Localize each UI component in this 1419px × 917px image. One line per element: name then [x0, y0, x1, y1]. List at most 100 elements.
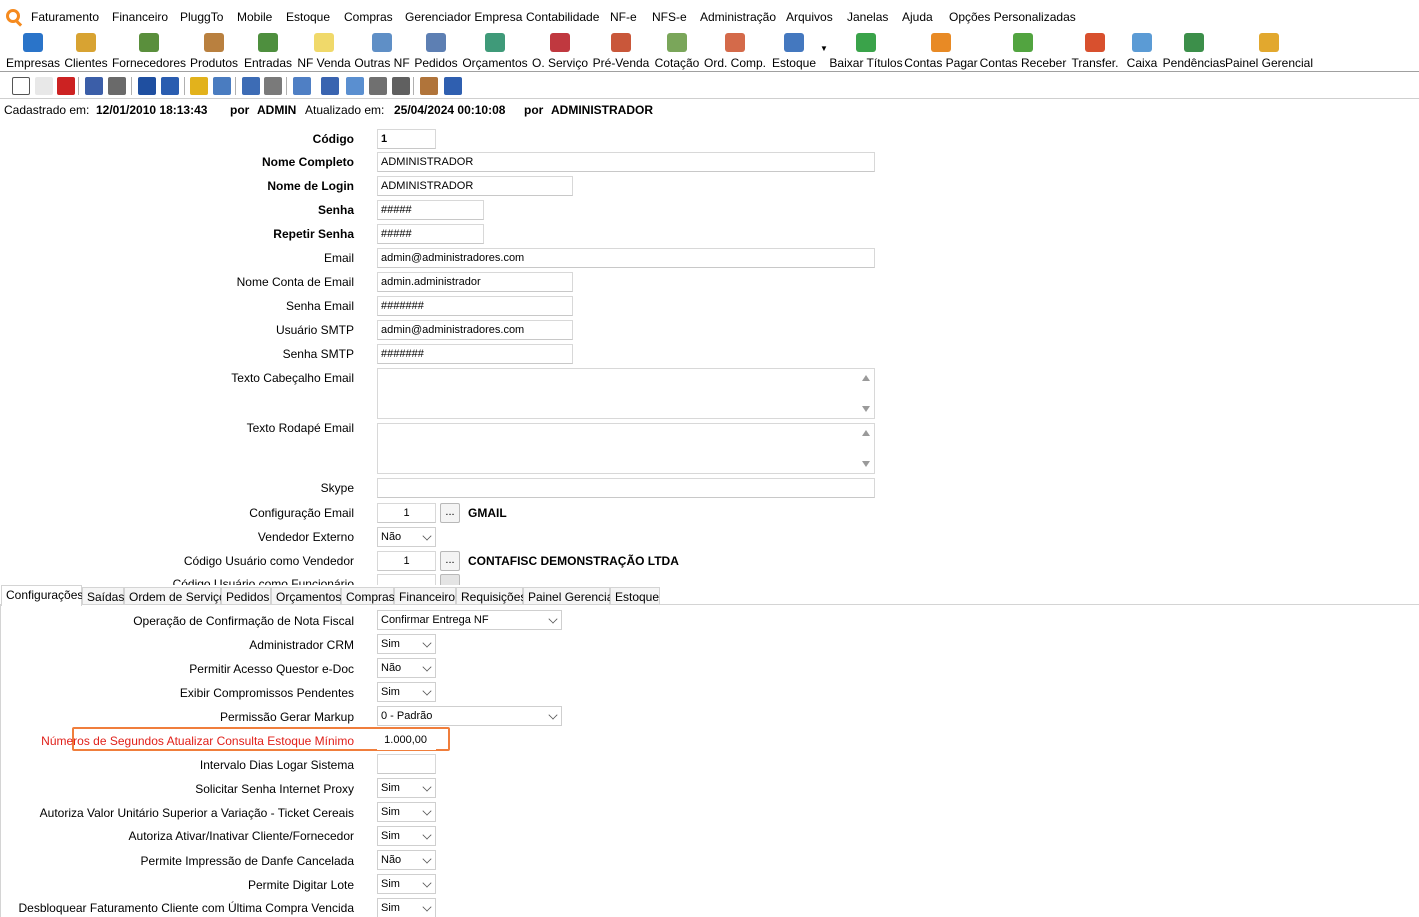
new-icon[interactable]: [12, 77, 30, 95]
cod-usuario-vendedor-field[interactable]: 1: [377, 551, 436, 571]
find-icon[interactable]: [321, 77, 339, 95]
menu-nfse[interactable]: NFS-e: [652, 10, 687, 24]
nome-conta-email-field[interactable]: admin.administrador: [377, 272, 573, 292]
menu-ajuda[interactable]: Ajuda: [902, 10, 933, 24]
save-icon[interactable]: [138, 77, 156, 95]
toolbar-button-painel-gerencial[interactable]: Painel Gerencial: [1225, 30, 1313, 70]
tab-configuracoes[interactable]: Configurações: [1, 585, 83, 606]
exibir-compromissos-select[interactable]: Sim: [377, 682, 436, 702]
scroll-up-icon[interactable]: [862, 375, 870, 381]
toolbar-button-contas-receber[interactable]: Contas Receber: [980, 30, 1066, 70]
menu-financeiro[interactable]: Financeiro: [112, 10, 168, 24]
segundos-estoque-field[interactable]: 1.000,00: [377, 730, 436, 750]
intervalo-dias-field[interactable]: [377, 754, 436, 774]
op-confirmacao-select[interactable]: Confirmar Entrega NF: [377, 610, 562, 630]
usuario-smtp-field[interactable]: admin@administradores.com: [377, 320, 573, 340]
permissao-markup-select[interactable]: 0 - Padrão: [377, 706, 562, 726]
scroll-down-icon[interactable]: [862, 461, 870, 467]
autoriza-valor-select[interactable]: Sim: [377, 802, 436, 822]
toolbar-button-pendencias[interactable]: Pendências: [1163, 30, 1225, 70]
export-icon[interactable]: [444, 77, 462, 95]
undo-icon[interactable]: [161, 77, 179, 95]
repetir-senha-field[interactable]: #####: [377, 224, 484, 244]
menu-opcoes-personalizadas[interactable]: Opções Personalizadas: [949, 10, 1076, 24]
search-icon[interactable]: [85, 77, 103, 95]
tab-saidas[interactable]: Saídas: [82, 587, 124, 605]
skype-field[interactable]: [377, 478, 875, 498]
toolbar-button-contas-pagar[interactable]: Contas Pagar: [904, 30, 978, 70]
toolbar-button-baixar-titulos[interactable]: Baixar Títulos: [829, 30, 903, 70]
menu-contabilidade[interactable]: Contabilidade: [526, 10, 599, 24]
scroll-down-icon[interactable]: [862, 406, 870, 412]
tab-painel-gerencial[interactable]: Painel Gerencial: [523, 587, 616, 605]
tab-estoque[interactable]: Estoque: [610, 587, 660, 605]
impressao-danfe-select[interactable]: Não: [377, 850, 436, 870]
menu-compras[interactable]: Compras: [344, 10, 393, 24]
delete-icon[interactable]: [57, 77, 75, 95]
app-logo-icon[interactable]: [6, 9, 20, 23]
nome-login-field[interactable]: ADMINISTRADOR: [377, 176, 573, 196]
scroll-up-icon[interactable]: [862, 430, 870, 436]
senha-smtp-field[interactable]: #######: [377, 344, 573, 364]
help-icon[interactable]: [190, 77, 208, 95]
calculator-icon[interactable]: [213, 77, 231, 95]
cod-usuario-funcionario-lookup-button[interactable]: [440, 574, 460, 585]
toolbar-button-entradas[interactable]: Entradas: [244, 30, 292, 70]
toolbar-button-ordem-servico[interactable]: O. Serviço: [532, 30, 588, 70]
menu-janelas[interactable]: Janelas: [847, 10, 888, 24]
report-icon[interactable]: [242, 77, 260, 95]
print-icon[interactable]: [108, 77, 126, 95]
edit-icon[interactable]: [35, 77, 53, 95]
menu-arquivos[interactable]: Arquivos: [786, 10, 833, 24]
toolbar-button-cotacao[interactable]: Cotação: [655, 30, 699, 70]
tab-financeiro[interactable]: Financeiro: [394, 587, 456, 605]
senha-field[interactable]: #####: [377, 200, 484, 220]
autoriza-ativar-select[interactable]: Sim: [377, 826, 436, 846]
email-field[interactable]: admin@administradores.com: [377, 248, 875, 268]
senha-email-field[interactable]: #######: [377, 296, 573, 316]
toolbar-button-pre-venda[interactable]: Pré-Venda: [593, 30, 649, 70]
menu-faturamento[interactable]: Faturamento: [31, 10, 99, 24]
nome-completo-field[interactable]: ADMINISTRADOR: [377, 152, 875, 172]
toolbar-button-estoque[interactable]: Estoque: [772, 30, 816, 70]
menu-mobile[interactable]: Mobile: [237, 10, 272, 24]
config-email-field[interactable]: 1: [377, 503, 436, 523]
keyboard-icon[interactable]: [392, 77, 410, 95]
acesso-questor-select[interactable]: Não: [377, 658, 436, 678]
tools-icon[interactable]: [264, 77, 282, 95]
desbloquear-select[interactable]: Sim: [377, 898, 436, 917]
digitar-lote-select[interactable]: Sim: [377, 874, 436, 894]
toolbar-button-orcamentos[interactable]: Orçamentos: [462, 30, 528, 70]
menu-pluggto[interactable]: PluggTo: [180, 10, 223, 24]
estoque-dropdown-icon[interactable]: ▼: [820, 44, 828, 53]
toolbar-button-caixa[interactable]: Caixa: [1127, 30, 1157, 70]
tab-ordem-servico[interactable]: Ordem de Serviço: [124, 587, 226, 605]
codigo-field[interactable]: 1: [377, 129, 436, 149]
menu-gerenciador-empresa[interactable]: Gerenciador Empresa: [405, 10, 522, 24]
tab-orcamentos[interactable]: Orçamentos: [271, 587, 341, 605]
toolbar-button-pedidos[interactable]: Pedidos: [414, 30, 458, 70]
duplicate-icon[interactable]: [346, 77, 364, 95]
toolbar-button-nf-venda[interactable]: NF Venda: [297, 30, 351, 70]
toolbar-button-transferencia[interactable]: Transfer.: [1072, 30, 1118, 70]
cod-usuario-vendedor-lookup-button[interactable]: ...: [440, 551, 460, 571]
toolbar-button-clientes[interactable]: Clientes: [64, 30, 108, 70]
texto-rodape-field[interactable]: [377, 423, 875, 474]
copy-window-icon[interactable]: [293, 77, 311, 95]
menu-estoque[interactable]: Estoque: [286, 10, 330, 24]
config-email-lookup-button[interactable]: ...: [440, 503, 460, 523]
tab-pedidos[interactable]: Pedidos: [221, 587, 271, 605]
tab-compras[interactable]: Compras: [341, 587, 395, 605]
toolbar-button-produtos[interactable]: Produtos: [190, 30, 238, 70]
user-icon[interactable]: [420, 77, 438, 95]
toolbar-button-empresas[interactable]: Empresas: [6, 30, 60, 70]
texto-cabecalho-field[interactable]: [377, 368, 875, 419]
tab-requisicoes[interactable]: Requisições: [456, 587, 526, 605]
vendedor-externo-select[interactable]: Não: [377, 527, 436, 547]
toolbar-button-outras-nf[interactable]: Outras NF: [354, 30, 410, 70]
cod-usuario-funcionario-field[interactable]: [377, 574, 436, 585]
toolbar-button-ordem-compra[interactable]: Ord. Comp.: [704, 30, 766, 70]
cut-icon[interactable]: [369, 77, 387, 95]
senha-proxy-select[interactable]: Sim: [377, 778, 436, 798]
admin-crm-select[interactable]: Sim: [377, 634, 436, 654]
